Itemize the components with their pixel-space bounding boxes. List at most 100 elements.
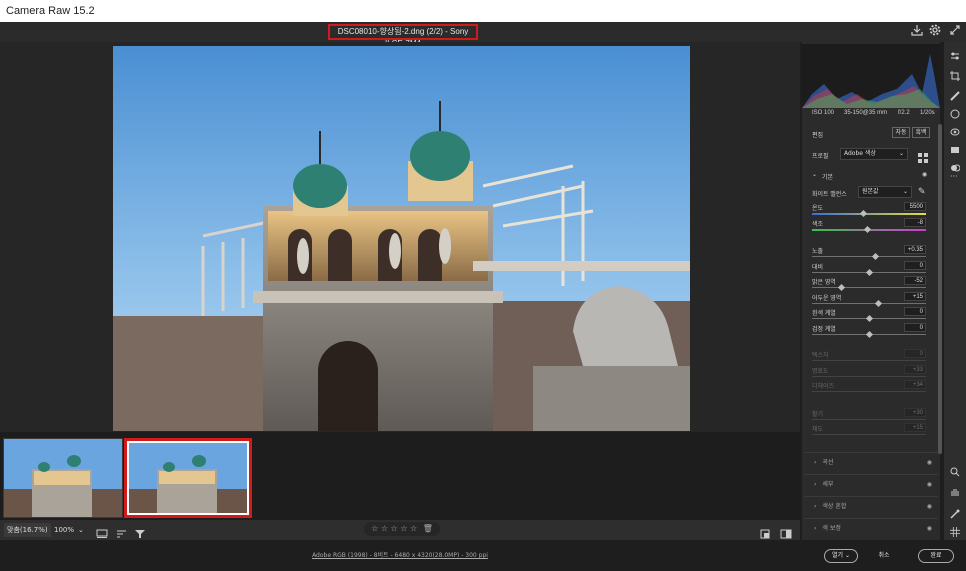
- edit-tool-icon[interactable]: [950, 46, 960, 60]
- slider-label: 색조: [812, 221, 824, 228]
- zoom-tool-icon[interactable]: [950, 462, 960, 477]
- slider-value-input[interactable]: +15: [904, 291, 926, 301]
- panel-section-title: 색상 혼합: [822, 503, 847, 510]
- eyedropper-icon[interactable]: ✎: [918, 186, 926, 197]
- panel-section[interactable]: › 색 보정 ◉: [804, 518, 938, 538]
- crop-tool-icon[interactable]: [950, 66, 960, 81]
- edit-title: 편집: [812, 133, 824, 139]
- slider-label: 어두운 영역: [812, 295, 842, 302]
- slider-value-input[interactable]: +33: [904, 364, 926, 374]
- profile-select[interactable]: Adobe 색상 ⌄: [840, 148, 908, 160]
- save-icon[interactable]: [910, 24, 924, 38]
- visibility-eye-icon[interactable]: ◉: [927, 453, 932, 473]
- basic-section-title[interactable]: 기본: [822, 172, 833, 181]
- visibility-eye-icon[interactable]: ◉: [922, 171, 927, 178]
- sort-icon[interactable]: [116, 524, 128, 538]
- color-sampler-icon[interactable]: [950, 504, 960, 519]
- zoom-level[interactable]: 100%: [54, 523, 74, 537]
- window-title: Camera Raw 15.2: [0, 0, 966, 22]
- slider-value-input[interactable]: +30: [904, 407, 926, 417]
- white-balance-value: 원본값: [862, 188, 879, 195]
- slider-value-input[interactable]: 5500: [904, 202, 926, 211]
- panel-section[interactable]: › 색상 혼합 ◉: [804, 496, 938, 516]
- redeye-tool-icon[interactable]: [950, 122, 960, 136]
- done-button[interactable]: 완료: [918, 549, 954, 563]
- slider-track[interactable]: [812, 418, 926, 420]
- star-rating-stars[interactable]: ☆ ☆ ☆ ☆ ☆: [371, 524, 417, 533]
- profile-browser-icon[interactable]: [918, 148, 928, 163]
- filmstrip-thumbnail-2-selected[interactable]: [124, 438, 252, 518]
- white-balance-label: 화이트 밸런스: [812, 192, 847, 198]
- slider-value-input[interactable]: +0.35: [904, 245, 926, 254]
- open-button[interactable]: 열기 ⌄: [824, 549, 858, 563]
- visibility-eye-icon[interactable]: ◉: [927, 519, 932, 539]
- profile-select-value: Adobe 색상: [844, 150, 876, 157]
- slider-value-input[interactable]: +15: [904, 423, 926, 432]
- slider-track[interactable]: [812, 375, 926, 377]
- panel-section[interactable]: › 곡선 ◉: [804, 452, 938, 472]
- open-menu-chevron-icon: ⌄: [844, 552, 850, 559]
- slider-label: 명료도: [812, 368, 829, 375]
- slider-value-input[interactable]: 0: [904, 260, 926, 270]
- slider-value-input[interactable]: 0: [904, 322, 926, 332]
- grid-overlay-icon[interactable]: [950, 522, 960, 537]
- snapshot-icon[interactable]: [950, 140, 960, 153]
- iso-value: ISO 100: [812, 110, 835, 116]
- slider-track[interactable]: [812, 302, 926, 304]
- slider-label: 노출: [812, 249, 824, 255]
- healing-tool-icon[interactable]: [950, 86, 960, 101]
- slider-label: 검정 계열: [812, 326, 836, 333]
- slider-label: 밝은 영역: [812, 280, 836, 286]
- slider-track[interactable]: [812, 360, 926, 361]
- main-photo-preview[interactable]: [113, 46, 690, 431]
- panel-section-title: 곡선: [822, 459, 834, 466]
- profile-label: 프로필: [812, 154, 829, 160]
- slider-label: 활기: [812, 411, 824, 418]
- panel-section-title: 색 보정: [822, 525, 841, 532]
- zoom-dropdown-chevron-icon[interactable]: ⌄: [78, 523, 84, 537]
- visibility-eye-icon[interactable]: ◉: [927, 475, 932, 495]
- panel-section[interactable]: › 세부 ◉: [804, 474, 938, 494]
- zoom-fit-button[interactable]: 맞춤(16.7%): [4, 523, 51, 537]
- chevron-right-icon: ›: [814, 481, 817, 488]
- slider-value-input[interactable]: 0: [904, 349, 926, 358]
- presets-icon[interactable]: [950, 158, 961, 172]
- workflow-options-link[interactable]: Adobe RGB (1998) - 8비트 - 6480 x 4320(28.…: [300, 550, 500, 559]
- slider-value-input[interactable]: +34: [904, 380, 926, 389]
- slider-value-input[interactable]: -52: [904, 276, 926, 285]
- panel-scrollbar[interactable]: [938, 124, 942, 454]
- star-rating[interactable]: ☆ ☆ ☆ ☆ ☆ 🗑: [364, 522, 440, 536]
- masking-tool-icon[interactable]: [950, 104, 960, 119]
- slider-track[interactable]: [812, 287, 926, 288]
- before-after-icon[interactable]: [780, 524, 792, 539]
- filmstrip-thumbnail-1[interactable]: [3, 438, 123, 518]
- slider-value-input[interactable]: 0: [904, 307, 926, 316]
- visibility-eye-icon[interactable]: ◉: [927, 497, 932, 517]
- more-options-icon[interactable]: ···: [950, 173, 960, 181]
- filter-icon[interactable]: [134, 524, 146, 538]
- single-view-icon[interactable]: [760, 524, 770, 539]
- filmstrip-view-icon[interactable]: [96, 524, 108, 538]
- shutter-value: 1/20s: [920, 110, 935, 116]
- auto-button[interactable]: 자동: [892, 127, 910, 138]
- delete-flag-icon[interactable]: 🗑: [423, 524, 433, 533]
- chevron-right-icon: ›: [814, 503, 817, 510]
- chevron-right-icon: ›: [814, 459, 817, 466]
- basic-section-chevron-icon[interactable]: ⌄: [812, 171, 817, 178]
- slider-track[interactable]: [812, 256, 926, 257]
- hand-tool-icon[interactable]: [950, 482, 960, 496]
- open-button-label: 열기: [832, 552, 844, 559]
- settings-gear-icon[interactable]: [928, 24, 942, 38]
- bw-button[interactable]: 흑백: [912, 127, 930, 138]
- top-toolbar: [0, 22, 966, 42]
- slider-label: 텍스처: [812, 353, 829, 359]
- slider-track[interactable]: [812, 391, 926, 392]
- white-balance-select[interactable]: 원본값 ⌄: [858, 186, 912, 198]
- slider-value-input[interactable]: -8: [904, 217, 926, 227]
- fullscreen-icon[interactable]: [948, 24, 962, 38]
- slider-track[interactable]: [812, 213, 926, 215]
- file-info-title: DSC08010-향상됨-2.dng (2/2) - Sony ILCE-7M4: [328, 24, 478, 48]
- cancel-button[interactable]: 취소: [872, 549, 896, 563]
- slider-label: 흰색 계열: [812, 311, 836, 317]
- slider-track[interactable]: [812, 434, 926, 435]
